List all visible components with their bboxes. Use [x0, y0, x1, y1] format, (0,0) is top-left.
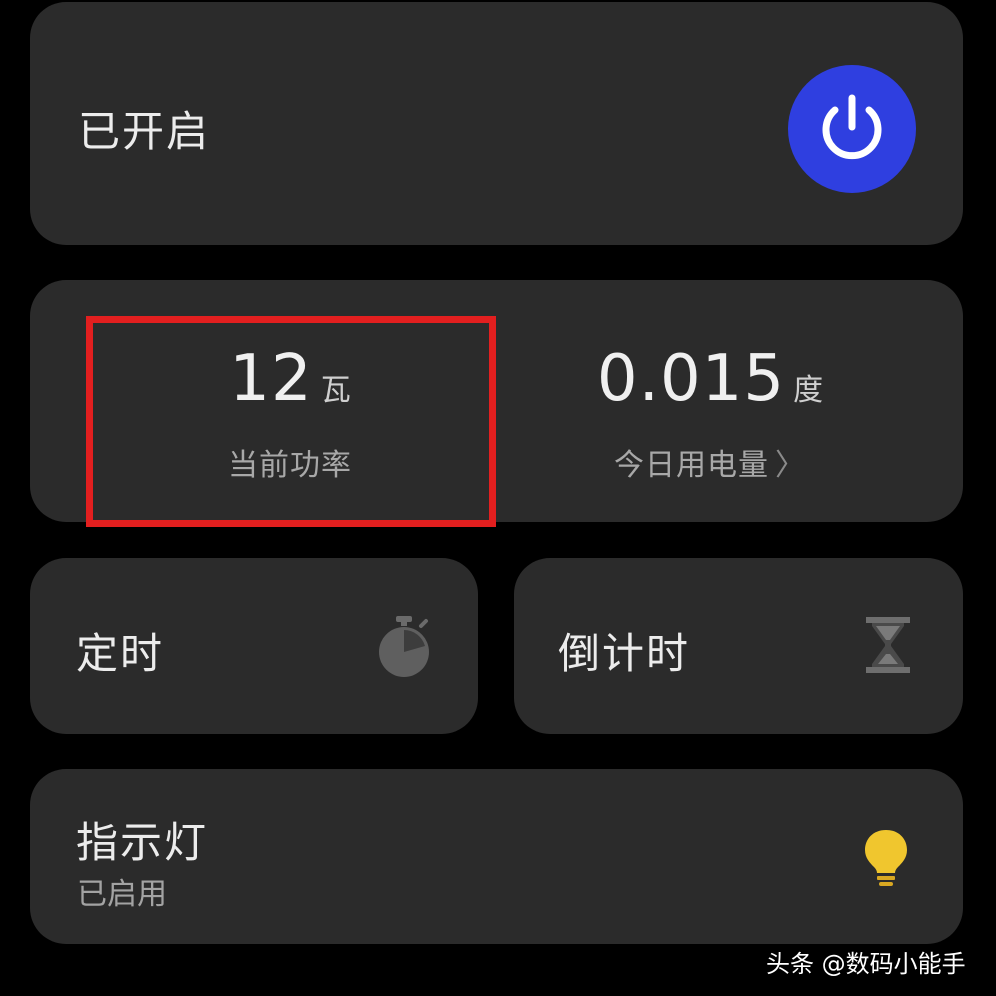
power-icon	[822, 94, 882, 160]
indicator-light-label: 指示灯	[76, 818, 209, 867]
power-toggle-button[interactable]	[788, 65, 916, 193]
today-usage-value: 0.015	[596, 342, 786, 416]
lightbulb-icon	[865, 830, 907, 886]
power-card[interactable]: 已开启	[30, 2, 963, 245]
countdown-card[interactable]: 倒计时	[514, 558, 963, 734]
countdown-label: 倒计时	[558, 629, 691, 678]
watermark-text: 头条 @数码小能手	[766, 950, 966, 978]
highlight-annotation-box	[86, 316, 496, 527]
stopwatch-icon	[379, 616, 429, 677]
power-status-label: 已开启	[78, 107, 211, 156]
chevron-right-icon: 〉	[775, 448, 806, 483]
today-usage-label: 今日用电量	[614, 448, 769, 483]
today-usage-unit: 度	[793, 373, 824, 408]
indicator-light-card[interactable]: 指示灯 已启用	[30, 769, 963, 944]
today-usage-stat[interactable]: 0.015 度 今日用电量〉	[510, 344, 910, 484]
timer-label: 定时	[76, 629, 165, 678]
timer-card[interactable]: 定时	[30, 558, 478, 734]
indicator-light-status: 已启用	[77, 877, 167, 912]
hourglass-icon	[866, 617, 910, 673]
today-usage-label-row: 今日用电量〉	[510, 440, 910, 484]
